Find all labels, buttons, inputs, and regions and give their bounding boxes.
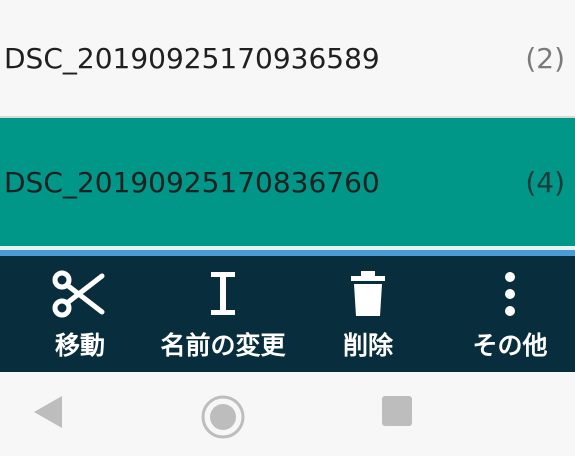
action-toolbar: 移動 名前の変更 削除 その他	[0, 256, 575, 372]
scissors-icon	[52, 270, 108, 318]
delete-label: 削除	[342, 331, 394, 360]
list-item-selected[interactable]: DSC_20190925170836760 (4)	[0, 118, 575, 246]
rename-label: 名前の変更	[160, 331, 286, 360]
trash-icon	[349, 270, 387, 318]
text-cursor-icon	[209, 270, 237, 318]
folder-name: DSC_20190925170836760	[4, 165, 380, 199]
rename-button[interactable]: 名前の変更	[148, 256, 298, 372]
move-button[interactable]: 移動	[30, 256, 130, 372]
system-navigation-bar	[0, 372, 575, 456]
folder-name: DSC_20190925170936589	[4, 41, 380, 75]
recents-square-icon[interactable]	[380, 394, 414, 432]
move-label: 移動	[54, 331, 106, 360]
home-circle-icon[interactable]	[200, 394, 246, 444]
more-vertical-icon	[502, 270, 518, 318]
more-label: その他	[472, 331, 548, 360]
list-item[interactable]: DSC_20190925170936589 (2)	[0, 0, 575, 116]
item-count: (2)	[525, 41, 565, 75]
more-button[interactable]: その他	[460, 256, 560, 372]
delete-button[interactable]: 削除	[318, 256, 418, 372]
item-count: (4)	[525, 165, 565, 199]
back-triangle-icon[interactable]	[32, 394, 64, 434]
